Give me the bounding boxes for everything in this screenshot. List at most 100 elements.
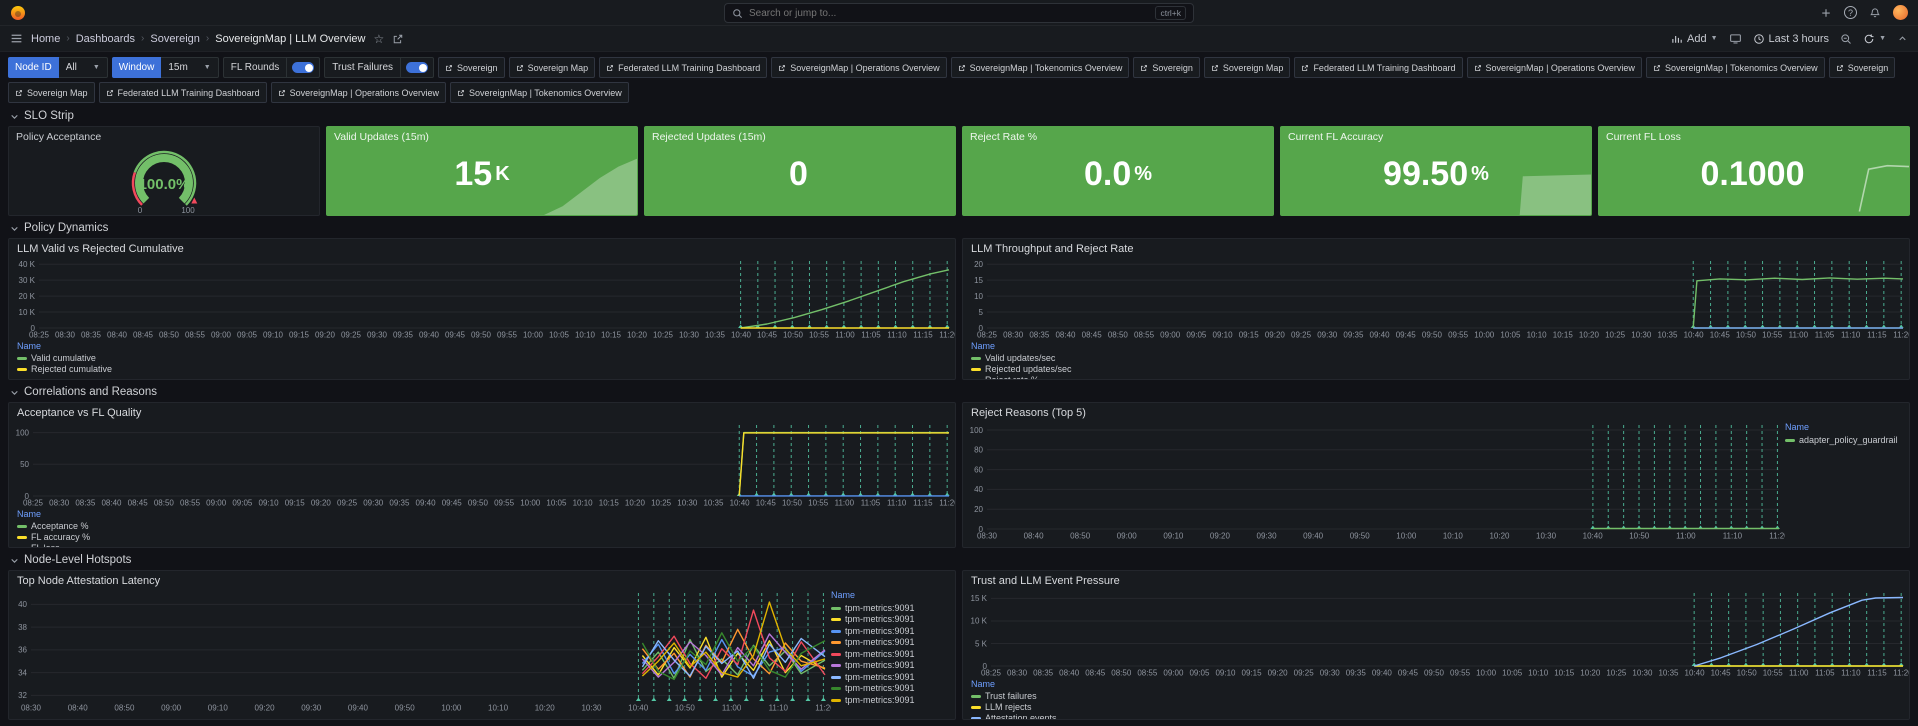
time-series-chart[interactable]: 0 5 10 15 20 08:25 08:30 08:35 08:40 08:45 08:50 08…: [963, 256, 1909, 340]
variable-node-id-select[interactable]: All ▼: [58, 57, 108, 78]
legend-name-header[interactable]: Name: [17, 509, 947, 520]
svg-text:11:00: 11:00: [835, 331, 855, 340]
panel-title[interactable]: Acceptance vs FL Quality: [9, 403, 955, 420]
panel-title[interactable]: Trust and LLM Event Pressure: [963, 571, 1909, 588]
panel-title[interactable]: LLM Valid vs Rejected Cumulative: [9, 239, 955, 256]
row-header-node-hotspots[interactable]: Node-Level Hotspots: [0, 550, 1918, 568]
zoom-out-icon[interactable]: [1840, 33, 1852, 45]
breadcrumb-item-home[interactable]: Home: [31, 33, 60, 45]
dashboard-link-button[interactable]: Federated LLM Training Dashboard: [599, 57, 768, 78]
chevron-up-icon[interactable]: [1897, 33, 1908, 44]
svg-text:09:55: 09:55: [497, 331, 518, 340]
legend-item[interactable]: Rejected cumulative: [17, 364, 947, 375]
trust-failures-toggle[interactable]: [401, 57, 435, 78]
legend-item[interactable]: tpm-metrics:9091: [831, 603, 949, 615]
panel-title[interactable]: Policy Acceptance: [9, 127, 319, 143]
variable-window-select[interactable]: 15m ▼: [161, 57, 219, 78]
panel-title[interactable]: Reject Rate %: [963, 127, 1273, 143]
svg-text:09:30: 09:30: [301, 704, 322, 713]
dashboard-controls: Node ID All ▼ Window 15m ▼ FL Rounds Tru…: [0, 52, 1918, 106]
dashboard-link-button[interactable]: SovereignMap | Tokenomics Overview: [950, 57, 1130, 78]
star-icon[interactable]: ☆: [373, 33, 384, 45]
legend-item[interactable]: Valid cumulative: [17, 353, 947, 364]
legend-item[interactable]: LLM rejects: [971, 702, 1901, 713]
legend-name-header[interactable]: Name: [17, 341, 947, 352]
legend-item[interactable]: tpm-metrics:9091: [831, 637, 949, 649]
breadcrumb-item-folder[interactable]: Sovereign: [150, 33, 200, 45]
row-header-slo-strip[interactable]: SLO Strip: [0, 106, 1918, 124]
dashboard-link-button[interactable]: SovereignMap | Tokenomics Overview: [450, 82, 629, 103]
panel-title[interactable]: Current FL Loss: [1599, 127, 1909, 143]
external-link-icon: [779, 64, 786, 71]
svg-text:09:05: 09:05: [1186, 331, 1207, 340]
fl-rounds-toggle[interactable]: [287, 57, 321, 78]
time-series-chart[interactable]: 0 50 100 08:25 08:30 08:35 08:40 08:45 08:50 08:5…: [9, 420, 955, 508]
user-avatar[interactable]: [1893, 5, 1908, 20]
time-series-chart[interactable]: 05 K 10 K 15 K 08:25 08:30 08:35 08:40 08:45 08:…: [963, 588, 1909, 678]
legend-item[interactable]: Reject rate %: [971, 375, 1901, 379]
legend-item[interactable]: tpm-metrics:9091: [831, 626, 949, 638]
legend-item[interactable]: tpm-metrics:9091: [831, 695, 949, 707]
help-icon[interactable]: ?: [1844, 6, 1857, 19]
dashboard-link-button[interactable]: Sovereign: [438, 57, 505, 78]
time-series-chart[interactable]: 0 20 40 60 80 100 08:30 08:40 08:50 09:00 09:10 09:…: [963, 420, 1789, 541]
legend-name-header[interactable]: Name: [1785, 422, 1903, 434]
legend-item[interactable]: FL accuracy %: [17, 532, 947, 543]
time-range-picker[interactable]: Last 3 hours: [1753, 33, 1829, 45]
dashboard-link-button[interactable]: Federated LLM Training Dashboard: [1294, 57, 1463, 78]
legend-item[interactable]: Attestation events: [971, 713, 1901, 719]
tv-icon[interactable]: [1729, 32, 1742, 45]
panel-title[interactable]: Valid Updates (15m): [327, 127, 637, 143]
share-icon[interactable]: [392, 33, 404, 45]
dashboard-link-button[interactable]: SovereignMap | Tokenomics Overview: [1645, 57, 1825, 78]
dashboard-link-button[interactable]: Sovereign Map: [1203, 57, 1291, 78]
stat-panel-fl-accuracy: Current FL Accuracy 99.50%: [1280, 126, 1592, 216]
svg-text:10:15: 10:15: [1553, 331, 1574, 340]
legend-item[interactable]: adapter_policy_guardrail: [1785, 435, 1903, 447]
legend-item[interactable]: Trust failures: [971, 691, 1901, 702]
search-input[interactable]: [749, 7, 1150, 19]
legend-name-header[interactable]: Name: [831, 590, 949, 602]
time-series-chart[interactable]: 32 34 36 38 40 08:30 08:40 08:50 09:00 09:10 09:20…: [9, 588, 835, 713]
legend-item[interactable]: tpm-metrics:9091: [831, 614, 949, 626]
panel-title[interactable]: Top Node Attestation Latency: [9, 571, 955, 588]
time-series-chart[interactable]: 0 10 K 20 K 30 K 40 K 08:25 08:30 08:35 08:40 08:…: [9, 256, 955, 340]
legend-item[interactable]: tpm-metrics:9091: [831, 660, 949, 672]
legend-item[interactable]: Rejected updates/sec: [971, 364, 1901, 375]
legend-name-header[interactable]: Name: [971, 341, 1901, 352]
dashboard-link-button[interactable]: Federated LLM Training Dashboard: [98, 82, 267, 103]
svg-text:09:40: 09:40: [1370, 331, 1391, 340]
plus-icon[interactable]: [1820, 7, 1832, 19]
svg-text:10:50: 10:50: [1737, 669, 1758, 678]
panel-title[interactable]: LLM Throughput and Reject Rate: [963, 239, 1909, 256]
legend-item[interactable]: tpm-metrics:9091: [831, 672, 949, 684]
legend-item[interactable]: tpm-metrics:9091: [831, 683, 949, 695]
legend-item[interactable]: Valid updates/sec: [971, 353, 1901, 364]
dashboard-link-button[interactable]: SovereignMap | Operations Overview: [1466, 57, 1642, 78]
dashboard-link-button[interactable]: Sovereign: [1828, 57, 1896, 78]
panel-title[interactable]: Current FL Accuracy: [1281, 127, 1591, 143]
menu-icon[interactable]: [10, 32, 23, 45]
dashboard-link-button[interactable]: SovereignMap | Operations Overview: [771, 57, 947, 78]
dashboard-link-button[interactable]: Sovereign Map: [508, 57, 596, 78]
bell-icon[interactable]: [1869, 7, 1881, 19]
add-button[interactable]: Add ▼: [1671, 33, 1718, 45]
svg-text:11:10: 11:10: [887, 331, 907, 340]
legend-item[interactable]: tpm-metrics:9091: [831, 649, 949, 661]
dashboard-link-button[interactable]: SovereignMap | Operations Overview: [270, 82, 447, 103]
panel-title[interactable]: Rejected Updates (15m): [645, 127, 955, 143]
legend-name-header[interactable]: Name: [971, 679, 1901, 690]
legend-item[interactable]: FL loss: [17, 543, 947, 547]
refresh-caret-icon[interactable]: ▼: [1879, 35, 1886, 42]
panel-title[interactable]: Reject Reasons (Top 5): [963, 403, 1909, 420]
row-header-correlations[interactable]: Correlations and Reasons: [0, 382, 1918, 400]
row-header-policy-dynamics[interactable]: Policy Dynamics: [0, 218, 1918, 236]
svg-text:20: 20: [974, 260, 983, 269]
dashboard-link-button[interactable]: Sovereign Map: [8, 82, 95, 103]
dashboard-link-button[interactable]: Sovereign: [1133, 57, 1200, 78]
search-bar[interactable]: ctrl+k: [724, 3, 1194, 23]
grafana-logo[interactable]: [10, 5, 26, 21]
legend-item[interactable]: Acceptance %: [17, 521, 947, 532]
breadcrumb-item-dashboards[interactable]: Dashboards: [76, 33, 135, 45]
refresh-button[interactable]: ▼: [1863, 33, 1886, 45]
